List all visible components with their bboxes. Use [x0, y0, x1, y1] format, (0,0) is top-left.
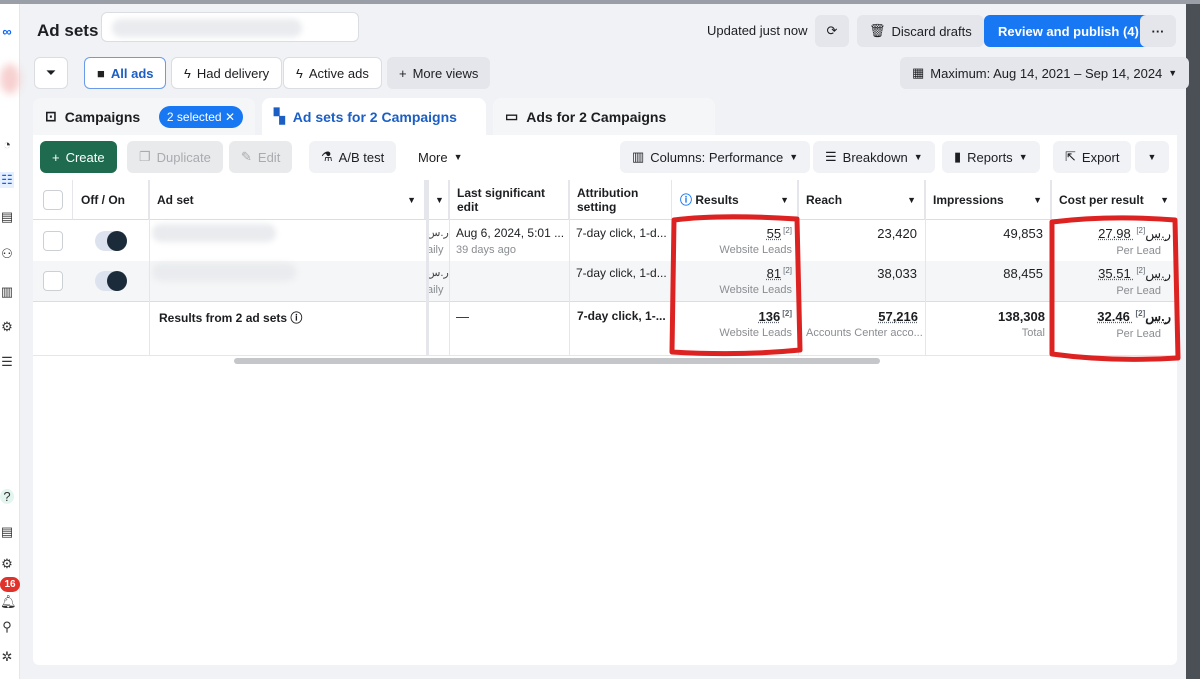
annotation-cpr — [1049, 215, 1181, 362]
red-annotations — [669, 214, 1181, 362]
annotation-results — [669, 214, 803, 357]
